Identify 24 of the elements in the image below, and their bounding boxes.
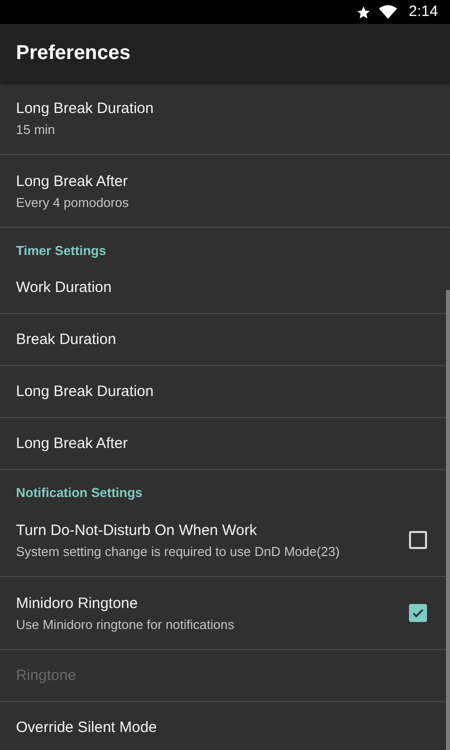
preference-item[interactable]: Long Break Duration 15 min	[0, 82, 450, 155]
preference-title: Long Break Duration	[16, 382, 154, 402]
preference-title: Turn Do-Not-Disturb On When Work	[16, 520, 258, 540]
preference-title: Override Silent Mode	[16, 718, 157, 738]
preference-title: Work Duration	[16, 278, 112, 298]
checkbox[interactable]	[409, 531, 427, 549]
clock-time: 2:14	[408, 2, 438, 22]
preference-title: Break Duration	[16, 330, 116, 350]
section-header: Timer Settings	[16, 242, 106, 260]
checkbox[interactable]	[409, 604, 427, 622]
preference-title: Ringtone	[16, 666, 76, 686]
preference-summary: 15 min	[16, 122, 56, 138]
preference-title: Minidoro Ringtone	[16, 594, 139, 614]
preference-item[interactable]: Long Break After Every 4 pomodoros	[0, 155, 450, 228]
star-icon	[356, 4, 371, 20]
preference-summary: System setting change is required to use DnD Mode(23)	[16, 544, 340, 560]
preference-summary: Use Minidoro ringtone for notifications	[16, 616, 234, 632]
toolbar-title: Preferences	[16, 41, 131, 66]
preference-title: Long Break After	[16, 172, 129, 192]
wifi-icon	[378, 5, 397, 19]
preference-summary: Every 4 pomodoros	[16, 194, 129, 210]
preference-title: Long Break After	[16, 434, 128, 454]
preference-title: Long Break Duration	[16, 98, 154, 118]
section-header: Notification Settings	[16, 484, 142, 502]
